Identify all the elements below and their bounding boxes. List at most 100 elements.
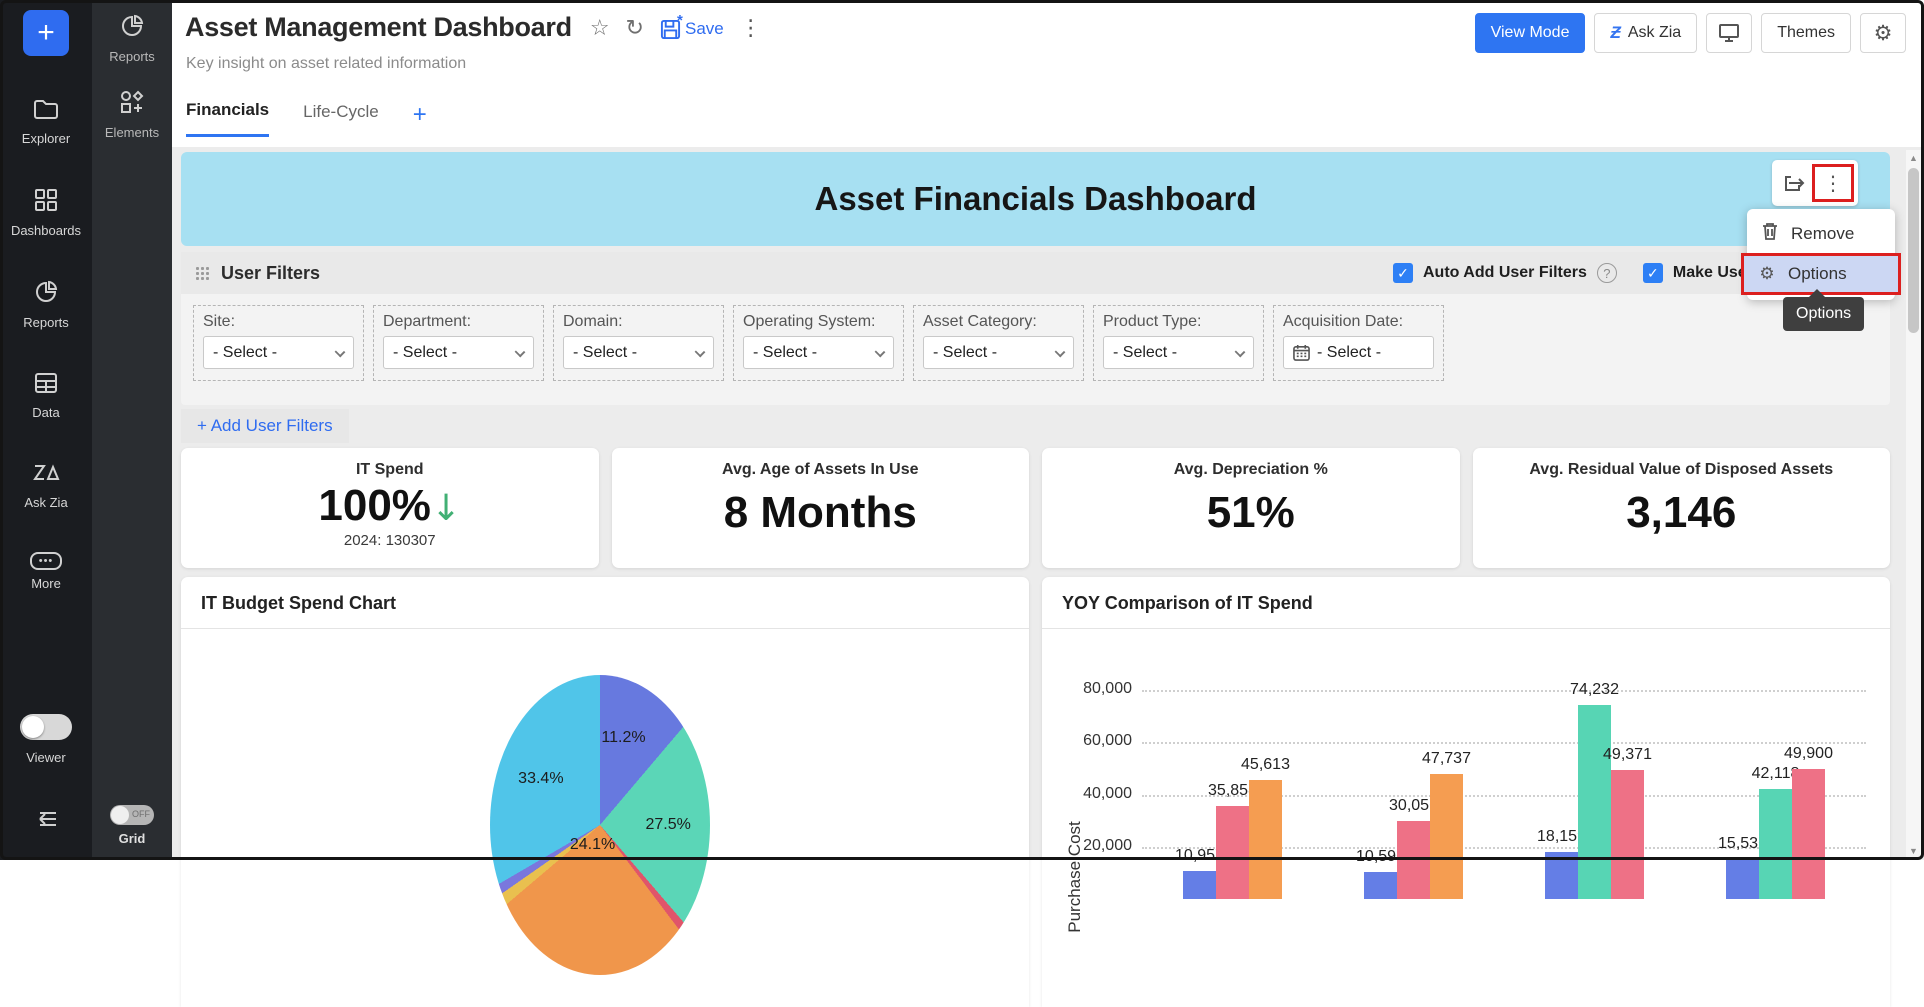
operating-system-select[interactable]: - Select - <box>743 336 894 369</box>
pie-chart-title: IT Budget Spend Chart <box>181 577 1029 628</box>
kpi-row: IT Spend 100%↓ 2024: 130307 Avg. Age of … <box>181 448 1890 568</box>
pie-slice-label: 27.5% <box>646 816 691 834</box>
kpi-avg-age[interactable]: Avg. Age of Assets In Use 8 Months <box>612 448 1030 568</box>
bar-chart-title: YOY Comparison of IT Spend <box>1042 577 1890 628</box>
bar-value-label: 49,900 <box>1764 745 1854 763</box>
folder-icon <box>33 98 59 125</box>
help-icon[interactable]: ? <box>1597 263 1617 283</box>
sidebar-item-more[interactable]: ••• More <box>30 552 63 591</box>
bar[interactable] <box>1183 871 1216 899</box>
panel-item-reports[interactable]: Reports <box>109 14 155 64</box>
panel-item-elements[interactable]: Elements <box>105 90 159 140</box>
add-user-filters-button[interactable]: + Add User Filters <box>181 409 349 443</box>
themes-button[interactable]: Themes <box>1761 13 1851 53</box>
bar[interactable] <box>1792 769 1825 899</box>
bar[interactable] <box>1430 774 1463 899</box>
table-icon <box>34 372 58 399</box>
bar[interactable] <box>1759 789 1792 899</box>
sidebar-item-explorer[interactable]: Explorer <box>22 98 70 146</box>
scrollbar-thumb[interactable] <box>1908 168 1919 333</box>
bar-value-label: 45,613 <box>1221 756 1311 774</box>
more-icon: ••• <box>30 552 63 570</box>
sidebar-item-ask-zia[interactable]: Ask Zia <box>24 462 67 510</box>
dashboard-canvas: Asset Financials Dashboard ⋮ Remove ⚙ Op… <box>172 147 1924 860</box>
gridline <box>1142 690 1866 692</box>
refresh-icon[interactable]: ↻ <box>626 18 644 40</box>
chevron-down-icon <box>695 347 706 358</box>
filter-department: Department: - Select - <box>373 305 544 381</box>
auto-add-filters-checkbox[interactable]: ✓ <box>1393 263 1413 283</box>
y-axis-tick: 20,000 <box>1070 837 1132 855</box>
acquisition-date-select[interactable]: - Select - <box>1283 336 1434 369</box>
bar[interactable] <box>1545 852 1578 899</box>
bar[interactable] <box>1726 859 1759 899</box>
banner-widget[interactable]: Asset Financials Dashboard ⋮ <box>181 152 1890 246</box>
widget-kebab-button[interactable]: ⋮ <box>1815 167 1851 199</box>
user-filters-title: User Filters <box>221 263 320 284</box>
yoy-comparison-chart-card[interactable]: YOY Comparison of IT Spend Purchase Cost… <box>1042 577 1890 1007</box>
bar[interactable] <box>1216 806 1249 899</box>
dashboards-icon <box>34 188 58 217</box>
sidebar-item-dashboards[interactable]: Dashboards <box>11 188 81 238</box>
vertical-scrollbar[interactable]: ▲ ▼ <box>1906 150 1921 860</box>
kpi-subvalue: 2024: 130307 <box>344 532 436 549</box>
page-title: Asset Management Dashboard <box>185 12 572 43</box>
tab-life-cycle[interactable]: Life-Cycle <box>303 102 379 136</box>
save-button[interactable]: * Save <box>660 19 724 40</box>
banner-toolbar: ⋮ <box>1772 160 1858 206</box>
kpi-avg-residual-value[interactable]: Avg. Residual Value of Disposed Assets 3… <box>1473 448 1891 568</box>
zia-icon <box>32 462 60 489</box>
filter-product-type: Product Type: - Select - <box>1093 305 1264 381</box>
bar-value-label: 49,371 <box>1583 746 1673 764</box>
domain-select[interactable]: - Select - <box>563 336 714 369</box>
create-new-button[interactable]: + <box>23 10 69 56</box>
product-type-select[interactable]: - Select - <box>1103 336 1254 369</box>
options-gear-icon: ⚙ <box>1758 264 1776 284</box>
drag-handle-icon[interactable] <box>195 266 211 280</box>
sidebar-item-data[interactable]: Data <box>32 372 59 420</box>
move-widget-button[interactable] <box>1776 167 1812 199</box>
kpi-it-spend[interactable]: IT Spend 100%↓ 2024: 130307 <box>181 448 599 568</box>
view-mode-button[interactable]: View Mode <box>1475 13 1586 53</box>
gear-icon: ⚙ <box>1874 23 1893 44</box>
chart-row: IT Budget Spend Chart 11.2%27.5%24.1%33.… <box>181 577 1890 1007</box>
title-kebab-icon[interactable]: ⋮ <box>740 18 762 40</box>
gridline <box>1142 742 1866 744</box>
widget-context-menu: Remove ⚙ Options <box>1747 209 1895 300</box>
viewer-toggle[interactable] <box>20 714 72 740</box>
menu-item-options[interactable]: ⚙ Options <box>1744 256 1898 292</box>
department-select[interactable]: - Select - <box>383 336 534 369</box>
bar[interactable] <box>1611 770 1644 899</box>
tab-financials[interactable]: Financials <box>186 100 269 137</box>
asset-category-select[interactable]: - Select - <box>923 336 1074 369</box>
bar[interactable] <box>1249 780 1282 899</box>
menu-item-remove[interactable]: Remove <box>1747 214 1895 253</box>
grid-label: Grid <box>119 831 146 846</box>
settings-button[interactable]: ⚙ <box>1860 13 1906 53</box>
bar-value-label: 47,737 <box>1402 750 1492 768</box>
unsaved-asterisk: * <box>677 12 683 29</box>
chevron-down-icon <box>875 347 886 358</box>
page-subtitle: Key insight on asset related information <box>186 55 466 73</box>
scroll-up-icon[interactable]: ▲ <box>1906 153 1921 163</box>
kpi-avg-depreciation[interactable]: Avg. Depreciation % 51% <box>1042 448 1460 568</box>
favorite-star-icon[interactable]: ☆ <box>590 18 610 40</box>
export-arrow-icon <box>1783 173 1805 193</box>
bar[interactable] <box>1364 872 1397 899</box>
make-user-filters-checkbox[interactable]: ✓ <box>1643 263 1663 283</box>
filter-asset-category: Asset Category: - Select - <box>913 305 1084 381</box>
sidebar-item-reports[interactable]: Reports <box>23 280 69 330</box>
grid-toggle[interactable]: OFF <box>110 805 154 825</box>
ask-zia-button[interactable]: Ƶ Ask Zia <box>1594 13 1697 53</box>
filter-operating-system: Operating System: - Select - <box>733 305 904 381</box>
add-tab-button[interactable]: + <box>413 101 427 129</box>
bar-value-label: 74,232 <box>1550 681 1640 699</box>
bar[interactable] <box>1578 705 1611 899</box>
collapse-sidebar-icon[interactable] <box>32 809 60 834</box>
scroll-down-icon[interactable]: ▼ <box>1906 846 1921 856</box>
pie-slice-label: 11.2% <box>601 729 645 747</box>
presentation-button[interactable] <box>1706 13 1752 53</box>
it-budget-spend-chart-card[interactable]: IT Budget Spend Chart 11.2%27.5%24.1%33.… <box>181 577 1029 1007</box>
chevron-down-icon <box>515 347 526 358</box>
site-select[interactable]: - Select - <box>203 336 354 369</box>
